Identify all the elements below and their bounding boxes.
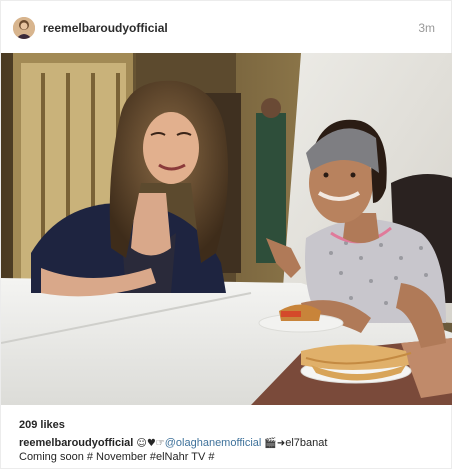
avatar-image [13, 17, 35, 39]
post-header: reemelbaroudyofficial 3m [1, 1, 452, 53]
post-timestamp: 3m [418, 21, 435, 35]
post-username[interactable]: reemelbaroudyofficial [43, 21, 168, 35]
caption-line-2: Coming soon # November #elNahr TV # [19, 451, 215, 463]
caption-tag-text: el7banat [285, 437, 328, 449]
caption-username[interactable]: reemelbaroudyofficial [19, 437, 133, 449]
post-photo[interactable] [1, 53, 452, 405]
instagram-post: reemelbaroudyofficial 3m 209 likes reeme… [0, 0, 452, 469]
caption-emojis-2: 🎬➜ [264, 438, 286, 449]
caption-mention[interactable]: @olaghanemofficial [165, 437, 262, 449]
likes-count[interactable]: 209 likes [19, 419, 65, 431]
caption-emojis-1: ☺♥☞ [136, 438, 165, 449]
user-avatar[interactable] [13, 17, 35, 39]
caption-line-1: reemelbaroudyofficial ☺♥☞@olaghanemoffic… [19, 437, 327, 449]
photo-illustration [1, 53, 452, 405]
